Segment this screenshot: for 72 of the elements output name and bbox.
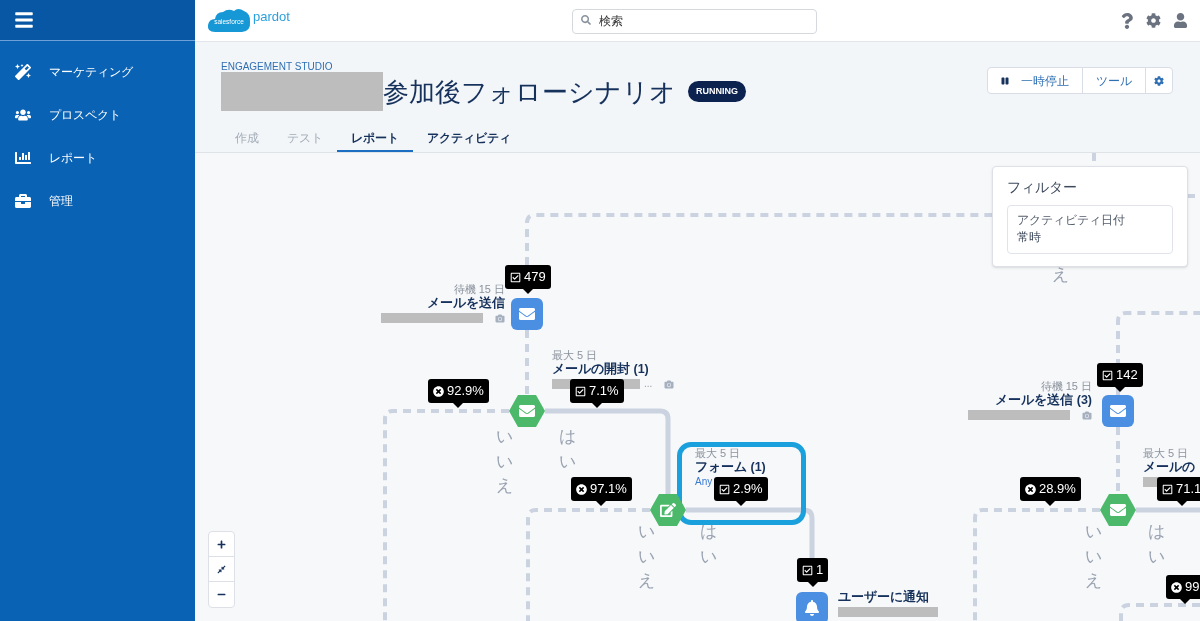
edit-icon <box>660 502 676 518</box>
step-title: メールを送信 (3) <box>995 393 1092 408</box>
briefcase-icon <box>15 192 31 209</box>
eyebrow-label: ENGAGEMENT STUDIO <box>221 62 334 72</box>
pause-button[interactable]: 一時停止 <box>988 68 1083 93</box>
checkbox-icon <box>1102 369 1113 381</box>
sidebar-item[interactable]: マーケティング <box>0 50 195 93</box>
page-title: 参加後フォローシナリオ <box>383 78 676 105</box>
settings-icon[interactable] <box>1146 13 1161 28</box>
sidebar-item[interactable]: レポート <box>0 136 195 179</box>
camera-icon[interactable] <box>664 379 675 389</box>
branch-label: いいえ <box>496 426 513 498</box>
filter-value: 常時 <box>1017 229 1042 246</box>
envelope-icon <box>519 306 535 322</box>
checkbox-icon <box>719 483 730 495</box>
envelope-icon <box>1110 403 1126 419</box>
bell-icon <box>804 600 820 616</box>
search-icon <box>581 15 591 25</box>
tab[interactable]: アクティビティ <box>413 126 525 152</box>
branch-label: はい <box>700 521 717 568</box>
step-title: メールの <box>1143 460 1195 475</box>
branch-label: いいえ <box>1085 521 1102 593</box>
pause-icon <box>1001 76 1009 85</box>
camera-icon[interactable] <box>495 313 505 323</box>
settings-icon <box>1154 75 1164 86</box>
trigger-node[interactable] <box>1100 494 1136 526</box>
branch-label: はい <box>559 426 576 473</box>
filter-card[interactable]: アクティビティ日付 常時 <box>1007 205 1173 254</box>
wait-label: 最大 5 日 <box>695 447 741 460</box>
envelope-icon <box>1110 502 1126 518</box>
sidebar-item[interactable]: プロスペクト <box>0 93 195 136</box>
trigger-node[interactable] <box>650 494 686 526</box>
checkbox-icon <box>802 564 813 576</box>
checkbox-icon <box>575 385 586 397</box>
connector-line <box>1136 507 1200 513</box>
dashed-connector <box>1116 427 1120 493</box>
checkbox-icon <box>510 271 521 283</box>
step-title: ユーザーに通知 <box>838 590 929 605</box>
sidebar-item[interactable]: 管理 <box>0 179 195 222</box>
compress-icon <box>217 564 226 574</box>
wand-icon <box>15 63 31 80</box>
tools-button[interactable]: ツール <box>1083 68 1146 93</box>
trigger-node[interactable] <box>509 395 545 427</box>
plus-icon <box>217 539 226 549</box>
step-title: メールの開封 (1) <box>552 362 649 377</box>
wait-label: 最大 5 日 <box>552 349 598 362</box>
bar-chart-icon <box>15 149 31 166</box>
branch-label: え <box>1052 264 1069 286</box>
email-step-node[interactable] <box>1102 395 1134 427</box>
search-field[interactable]: 検索 <box>572 8 817 34</box>
branch-label: はい <box>1148 521 1165 568</box>
user-icon[interactable] <box>1173 13 1188 28</box>
filter-title: フィルター <box>1007 178 1078 197</box>
filter-label: アクティビティ日付 <box>1017 213 1126 228</box>
wait-label: 最大 5 日 <box>1143 447 1189 460</box>
checkbox-icon <box>1162 483 1173 495</box>
form-link[interactable]: Any <box>695 475 713 489</box>
step-title: メールを送信 <box>427 296 505 311</box>
menu-icon <box>14 10 34 30</box>
wait-label: 待機 15 日 <box>453 283 505 296</box>
help-icon[interactable] <box>1120 12 1134 29</box>
step-title: フォーム (1) <box>695 460 766 475</box>
notify-step-node[interactable] <box>796 592 828 621</box>
branch-label: いいえ <box>638 521 655 593</box>
ellipsis-text: ... <box>644 379 653 389</box>
status-badge: RUNNING <box>688 80 746 103</box>
dashed-connector <box>525 330 529 394</box>
menu-button[interactable] <box>14 10 34 30</box>
envelope-icon <box>519 403 535 419</box>
camera-icon[interactable] <box>1082 410 1092 420</box>
email-step-node[interactable] <box>511 298 543 330</box>
wait-label: 待機 15 日 <box>1040 380 1092 393</box>
